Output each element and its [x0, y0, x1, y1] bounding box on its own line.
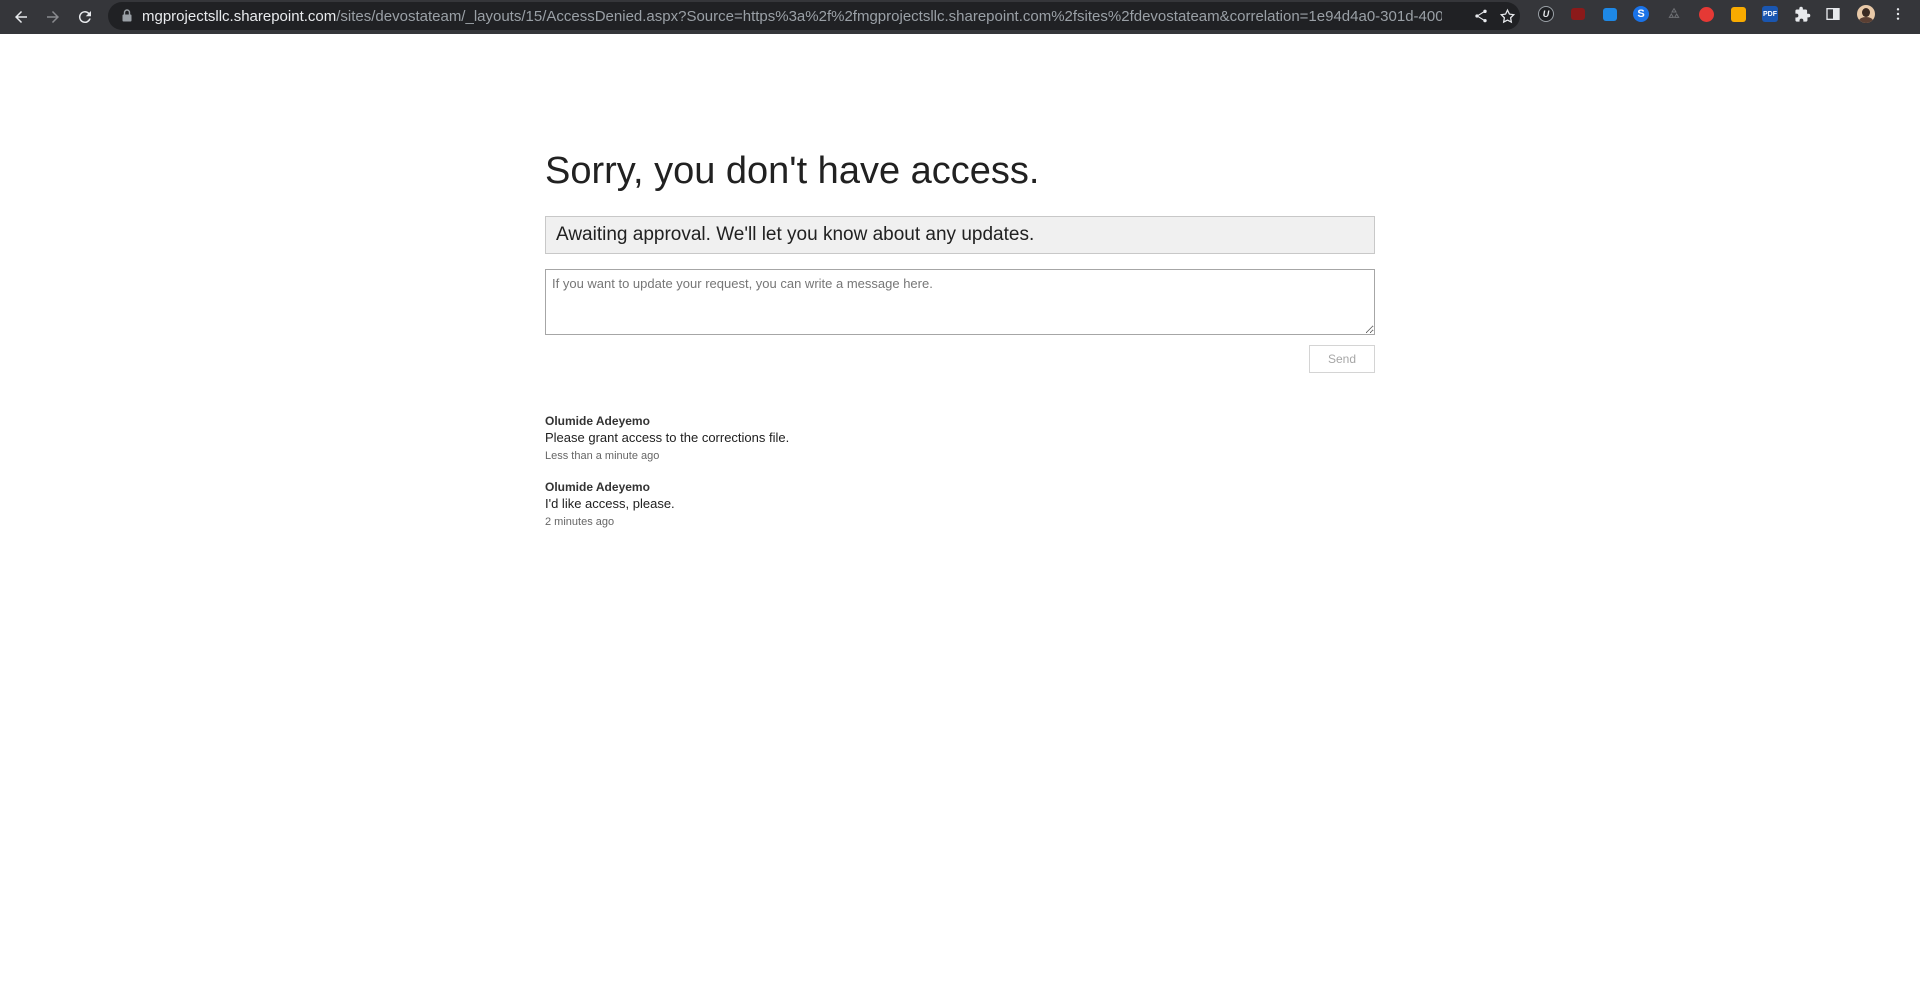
extension-red-icon[interactable] [1568, 4, 1588, 24]
lock-icon[interactable] [122, 9, 132, 22]
url-host: mgprojectsllc.sharepoint.com [142, 8, 337, 25]
update-request-message-input[interactable] [545, 269, 1375, 335]
extension-pdf-icon[interactable]: PDF [1760, 4, 1780, 24]
access-denied-panel: Sorry, you don't have access. Awaiting a… [545, 146, 1375, 545]
history-entry: Olumide Adeyemo Please grant access to t… [545, 413, 1375, 465]
share-icon[interactable] [1472, 7, 1490, 25]
history-timestamp: Less than a minute ago [545, 450, 660, 462]
extension-grammar-icon[interactable]: U [1536, 4, 1556, 24]
forward-arrow-icon[interactable] [42, 6, 64, 28]
browser-toolbar: mgprojectsllc.sharepoint.com/sites/devos… [0, 0, 1920, 34]
extension-s-icon[interactable]: S [1631, 4, 1651, 24]
extension-notes-icon[interactable] [1728, 4, 1748, 24]
history-message: Please grant access to the corrections f… [545, 430, 790, 445]
extension-calendar-icon[interactable] [1600, 4, 1620, 24]
extensions-puzzle-icon[interactable] [1792, 4, 1812, 24]
history-message: I'd like access, please. [545, 496, 675, 511]
url-text[interactable]: mgprojectsllc.sharepoint.com/sites/devos… [142, 8, 1442, 25]
approval-status-box: Awaiting approval. We'll let you know ab… [545, 216, 1375, 254]
history-timestamp: 2 minutes ago [545, 516, 615, 528]
pdf-label: PDF [1762, 6, 1778, 22]
address-bar[interactable]: mgprojectsllc.sharepoint.com/sites/devos… [108, 2, 1520, 30]
page-title: Sorry, you don't have access. [545, 150, 1040, 192]
send-button[interactable]: Send [1309, 345, 1375, 373]
reload-icon[interactable] [74, 6, 96, 28]
back-arrow-icon[interactable] [10, 6, 32, 28]
extension-adblock-icon[interactable] [1696, 4, 1716, 24]
history-author: Olumide Adeyemo [545, 480, 650, 494]
request-history: Olumide Adeyemo Please grant access to t… [545, 413, 1375, 531]
kebab-menu-icon[interactable] [1888, 4, 1908, 24]
send-row: Send [545, 345, 1375, 373]
history-entry: Olumide Adeyemo I'd like access, please.… [545, 479, 1375, 531]
side-panel-icon[interactable] [1823, 4, 1843, 24]
history-author: Olumide Adeyemo [545, 414, 650, 428]
url-path: /sites/devostateam/_layouts/15/AccessDen… [336, 8, 1442, 25]
extension-recycle-icon[interactable] [1664, 4, 1684, 24]
bookmark-star-icon[interactable] [1498, 7, 1516, 25]
profile-avatar[interactable] [1856, 4, 1876, 24]
